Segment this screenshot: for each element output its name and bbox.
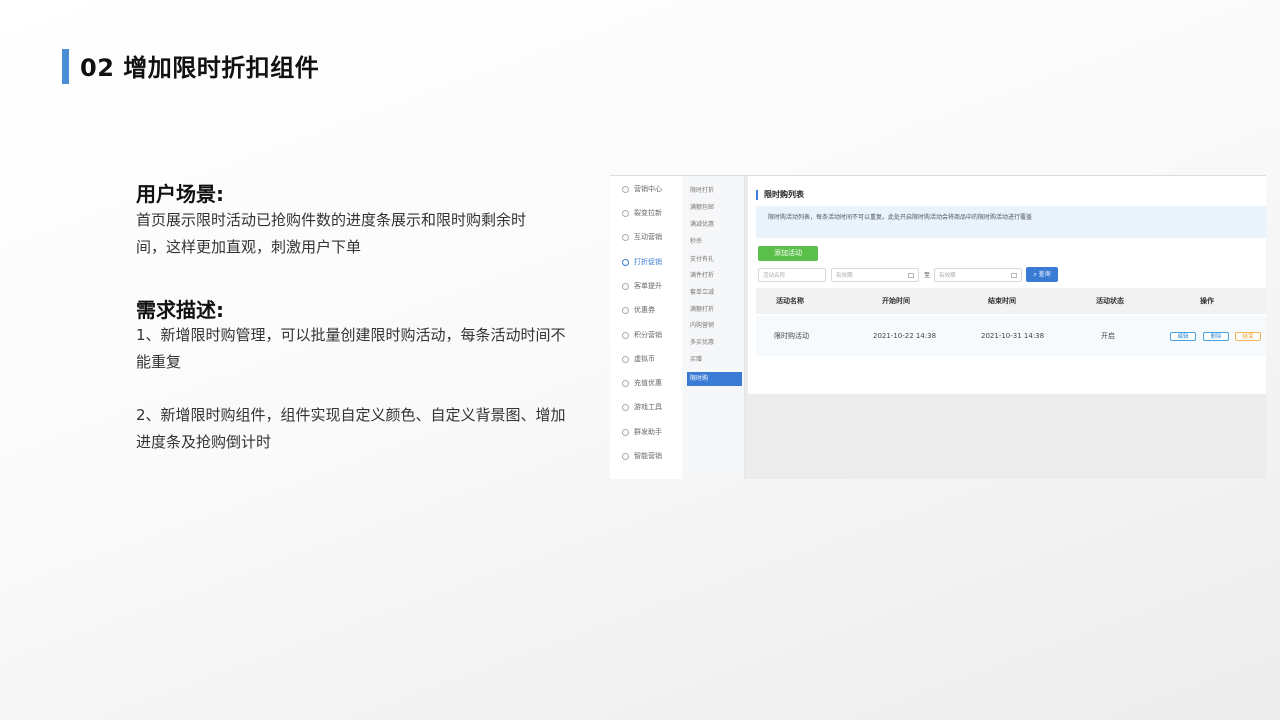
sub-nav-item[interactable]: 限时打折: [690, 184, 714, 198]
sub-nav-item[interactable]: 满减优惠: [690, 218, 714, 232]
nav-item[interactable]: 互动营销: [610, 227, 682, 247]
nav-icon: [622, 209, 629, 217]
requirement-1-line-2: 能重复: [136, 353, 182, 371]
requirement-item-1: 1、新增限时购管理，可以批量创建限时购活动，每条活动时间不 能重复: [136, 322, 566, 376]
sub-nav-item[interactable]: 多买优惠: [690, 336, 714, 350]
nav-item[interactable]: 客单提升: [610, 276, 682, 296]
column-header: 活动状态: [1096, 297, 1124, 305]
sub-nav-item[interactable]: 满件打折: [690, 269, 714, 283]
sub-nav: 限时打折 满额包邮 满减优惠 秒杀 支付有礼 满件打折 套单立减 满额打折 内购…: [682, 176, 745, 479]
nav-icon: [622, 233, 629, 241]
nav-item[interactable]: 智能营销: [610, 446, 682, 466]
nav-item[interactable]: 营销中心: [610, 179, 682, 199]
title-accent-bar: [62, 49, 69, 84]
main-panel: 限时购列表 限时购活动列表，每条活动时间不可以重复。此处开启限时购活动会将商品中…: [748, 176, 1266, 394]
column-header: 开始时间: [882, 297, 910, 305]
nav-icon: [622, 185, 629, 193]
query-button[interactable]: ⌕ 查询: [1026, 267, 1058, 282]
panel-title: 限时购列表: [756, 190, 804, 200]
scene-line-1: 首页展示限时活动已抢购件数的进度条展示和限时购剩余时: [136, 211, 527, 229]
requirements-heading: 需求描述:: [136, 298, 224, 322]
search-icon: ⌕: [1033, 271, 1037, 278]
scene-line-2: 间，这样更加直观，刺激用户下单: [136, 238, 362, 256]
slide-title: 02 增加限时折扣组件: [80, 54, 320, 82]
start-date-input[interactable]: 有效期: [831, 268, 919, 282]
nav-icon: [622, 403, 629, 411]
sub-nav-item[interactable]: 秒杀: [690, 235, 702, 249]
nav-icon: [622, 355, 629, 363]
requirement-2-line-1: 2、新增限时购组件，组件实现自定义颜色、自定义背景图、增加: [136, 406, 566, 424]
cell-status: 开启: [1101, 332, 1115, 340]
column-header: 操作: [1200, 297, 1214, 305]
nav-item[interactable]: 积分营销: [610, 325, 682, 345]
edit-button[interactable]: 编辑: [1170, 332, 1196, 341]
calendar-icon: [1011, 273, 1017, 278]
nav-icon: [622, 379, 629, 387]
cell-start-time: 2021-10-22 14:38: [873, 332, 937, 340]
requirement-2-line-2: 进度条及抢购倒计时: [136, 433, 272, 451]
admin-screenshot: 营销中心 裂变拉新 互动营销 打折促销 客单提升 优惠券 积分营销 虚拟币 充值…: [610, 175, 1266, 479]
nav-icon: [622, 428, 629, 436]
scene-heading: 用户场景:: [136, 182, 224, 206]
cell-end-time: 2021-10-31 14:38: [981, 332, 1045, 340]
nav-item[interactable]: 游戏工具: [610, 397, 682, 417]
nav-item-active[interactable]: 打折促销: [610, 252, 682, 272]
sub-nav-item[interactable]: 套单立减: [690, 286, 714, 300]
main-nav: 营销中心 裂变拉新 互动营销 打折促销 客单提升 优惠券 积分营销 虚拟币 充值…: [610, 176, 682, 479]
requirement-1-line-1: 1、新增限时购管理，可以批量创建限时购活动，每条活动时间不: [136, 326, 566, 344]
nav-item[interactable]: 充值优惠: [610, 373, 682, 393]
sub-nav-item[interactable]: 满额打折: [690, 303, 714, 317]
nav-icon: [622, 282, 629, 290]
nav-item[interactable]: 群发助手: [610, 422, 682, 442]
add-activity-button[interactable]: 添加活动: [758, 246, 818, 261]
nav-icon: [622, 452, 629, 460]
sub-nav-item[interactable]: 支付有礼: [690, 253, 714, 267]
end-date-input[interactable]: 有效期: [934, 268, 1022, 282]
sub-nav-item[interactable]: 买赠: [690, 353, 702, 367]
sub-nav-item[interactable]: 内购营销: [690, 319, 714, 333]
sub-nav-item-active[interactable]: 限时购: [687, 372, 742, 386]
table-row: 限时购活动 2021-10-22 14:38 2021-10-31 14:38 …: [756, 316, 1266, 356]
column-header: 活动名称: [776, 297, 804, 305]
end-button[interactable]: 结束: [1235, 332, 1261, 341]
nav-icon: [622, 331, 629, 339]
calendar-icon: [908, 273, 914, 278]
nav-item[interactable]: 优惠券: [610, 300, 682, 320]
nav-item[interactable]: 虚拟币: [610, 349, 682, 369]
table-header: 活动名称 开始时间 结束时间 活动状态 操作: [756, 288, 1266, 314]
notice-banner: 限时购活动列表，每条活动时间不可以重复。此处开启限时购活动会将商品中的限时购活动…: [756, 206, 1266, 238]
nav-item[interactable]: 裂变拉新: [610, 203, 682, 223]
requirement-item-2: 2、新增限时购组件，组件实现自定义颜色、自定义背景图、增加 进度条及抢购倒计时: [136, 402, 566, 456]
cell-activity-name: 限时购活动: [774, 332, 809, 340]
scene-description: 首页展示限时活动已抢购件数的进度条展示和限时购剩余时 间，这样更加直观，刺激用户…: [136, 207, 526, 261]
activity-name-input[interactable]: 活动名称: [758, 268, 826, 282]
sub-nav-item[interactable]: 满额包邮: [690, 201, 714, 215]
column-header: 结束时间: [988, 297, 1016, 305]
nav-icon: [622, 258, 629, 266]
delete-button[interactable]: 删除: [1203, 332, 1229, 341]
nav-icon: [622, 306, 629, 314]
date-range-separator: 至: [924, 272, 931, 279]
